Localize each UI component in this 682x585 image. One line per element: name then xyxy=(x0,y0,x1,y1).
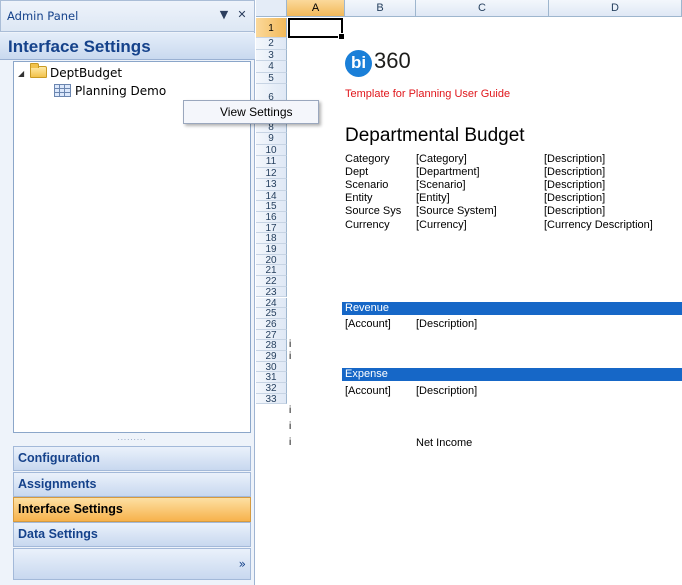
header-value: [Currency] xyxy=(416,219,467,231)
expense-band: Expense xyxy=(342,368,682,381)
row-header-2[interactable]: 2 xyxy=(256,38,287,50)
header-description: [Description] xyxy=(544,153,606,165)
account-placeholder: [Account] xyxy=(345,318,391,330)
header-description: [Description] xyxy=(544,179,606,191)
row-header-24[interactable]: 24 xyxy=(256,297,287,309)
tree-node-label: Planning Demo xyxy=(75,84,167,98)
row-header-17[interactable]: 17 xyxy=(256,222,287,234)
revenue-band: Revenue xyxy=(342,302,682,315)
header-label: Entity xyxy=(345,192,373,204)
header-label: Scenario xyxy=(345,179,389,191)
header-value: [Entity] xyxy=(416,192,450,204)
row-header-15[interactable]: 15 xyxy=(256,201,287,212)
admin-panel-header: Admin Panel ▼ ✕ xyxy=(0,0,255,32)
logo-mark: bi xyxy=(345,50,372,77)
header-label: Dept xyxy=(345,166,369,178)
row-header-4[interactable]: 4 xyxy=(256,61,287,73)
row-header-14[interactable]: 14 xyxy=(256,190,287,202)
template-note: Template for Planning User Guide xyxy=(345,88,511,100)
header-label: Category xyxy=(345,153,390,165)
row-header-21[interactable]: 21 xyxy=(256,265,287,277)
folder-icon xyxy=(30,63,47,78)
logo-text: 360 xyxy=(374,48,411,73)
tree-node-planning-demo[interactable]: Planning Demo xyxy=(54,82,166,100)
row-header-11[interactable]: 11 xyxy=(256,156,287,168)
admin-panel: Admin Panel ▼ ✕ Interface Settings ◢ Dept… xyxy=(0,0,255,585)
cell-a24[interactable]: i xyxy=(289,421,291,432)
admin-panel-title: Admin Panel xyxy=(7,9,79,23)
row-header-32[interactable]: 32 xyxy=(256,383,287,394)
column-header-a[interactable]: A xyxy=(287,0,345,17)
grid-icon xyxy=(54,84,71,97)
tree-node-label: DeptBudget xyxy=(50,66,123,80)
context-menu: View Settings xyxy=(183,100,319,124)
header-description: [Description] xyxy=(544,192,606,204)
header-value: [Source System] xyxy=(416,205,497,217)
nav-interface-settings[interactable]: Interface Settings xyxy=(13,497,251,522)
row-header-5[interactable]: 5 xyxy=(256,72,287,84)
row-header-23[interactable]: 23 xyxy=(256,286,287,298)
header-value: [Scenario] xyxy=(416,179,466,191)
row-header-30[interactable]: 30 xyxy=(256,361,287,373)
nav-footer: » xyxy=(13,548,251,580)
tree-node-deptbudget[interactable]: ◢ DeptBudget xyxy=(18,63,123,83)
cell-a20[interactable]: i xyxy=(289,351,291,362)
menu-item-view-settings[interactable]: View Settings xyxy=(186,103,316,121)
row-header-3[interactable]: 3 xyxy=(256,49,287,61)
net-income-label: Net Income xyxy=(416,437,473,449)
row-header-16[interactable]: 16 xyxy=(256,211,287,223)
row-header-27[interactable]: 27 xyxy=(256,329,287,341)
panel-menu-dropdown-icon[interactable]: ▼ xyxy=(217,8,231,22)
header-description: [Currency Description] xyxy=(544,219,653,231)
cell-a19[interactable]: i xyxy=(289,339,291,350)
panel-splitter[interactable]: ......... xyxy=(13,435,251,444)
header-value: [Category] xyxy=(416,153,467,165)
row-header-33[interactable]: 33 xyxy=(256,393,287,405)
nav-data-settings[interactable]: Data Settings xyxy=(13,522,251,547)
row-header-9[interactable]: 9 xyxy=(256,133,287,145)
expand-triangle-icon[interactable]: ◢ xyxy=(18,65,28,83)
row-header-1[interactable]: 1 xyxy=(256,18,287,38)
row-header-22[interactable]: 22 xyxy=(256,276,287,287)
more-options-icon[interactable]: » xyxy=(239,557,246,571)
row-header-12[interactable]: 12 xyxy=(256,167,287,179)
row-header-10[interactable]: 10 xyxy=(256,144,287,156)
section-title: Interface Settings xyxy=(0,33,255,60)
nav-configuration[interactable]: Configuration xyxy=(13,446,251,471)
active-cell-a1[interactable] xyxy=(288,18,345,40)
row-header-28[interactable]: 28 xyxy=(256,340,287,351)
column-header-d[interactable]: D xyxy=(549,0,682,17)
row-header-26[interactable]: 26 xyxy=(256,318,287,330)
row-header-13[interactable]: 13 xyxy=(256,179,287,191)
account-placeholder: [Account] xyxy=(345,385,391,397)
column-header-c[interactable]: C xyxy=(416,0,549,17)
row-header-25[interactable]: 25 xyxy=(256,308,287,319)
cell-a23[interactable]: i xyxy=(289,405,291,416)
row-header-29[interactable]: 29 xyxy=(256,351,287,362)
row-header-31[interactable]: 31 xyxy=(256,372,287,384)
row-header-18[interactable]: 18 xyxy=(256,233,287,244)
nav-assignments[interactable]: Assignments xyxy=(13,472,251,497)
row-header-19[interactable]: 19 xyxy=(256,244,287,255)
header-value: [Department] xyxy=(416,166,480,178)
header-label: Currency xyxy=(345,219,390,231)
section-title-label: Interface Settings xyxy=(8,37,151,56)
header-description: [Description] xyxy=(544,205,606,217)
description-placeholder: [Description] xyxy=(416,318,478,330)
header-label: Source Sys xyxy=(345,205,402,217)
select-all-corner[interactable] xyxy=(256,0,287,17)
spreadsheet[interactable]: A B C D 12345678910111213141516171819202… xyxy=(256,0,682,585)
cell-a25[interactable]: i xyxy=(289,437,291,448)
description-placeholder: [Description] xyxy=(416,385,478,397)
row-header-20[interactable]: 20 xyxy=(256,254,287,266)
header-description: [Description] xyxy=(544,166,606,178)
report-title: Departmental Budget xyxy=(345,125,525,146)
close-icon[interactable]: ✕ xyxy=(235,8,249,22)
column-header-b[interactable]: B xyxy=(345,0,416,17)
